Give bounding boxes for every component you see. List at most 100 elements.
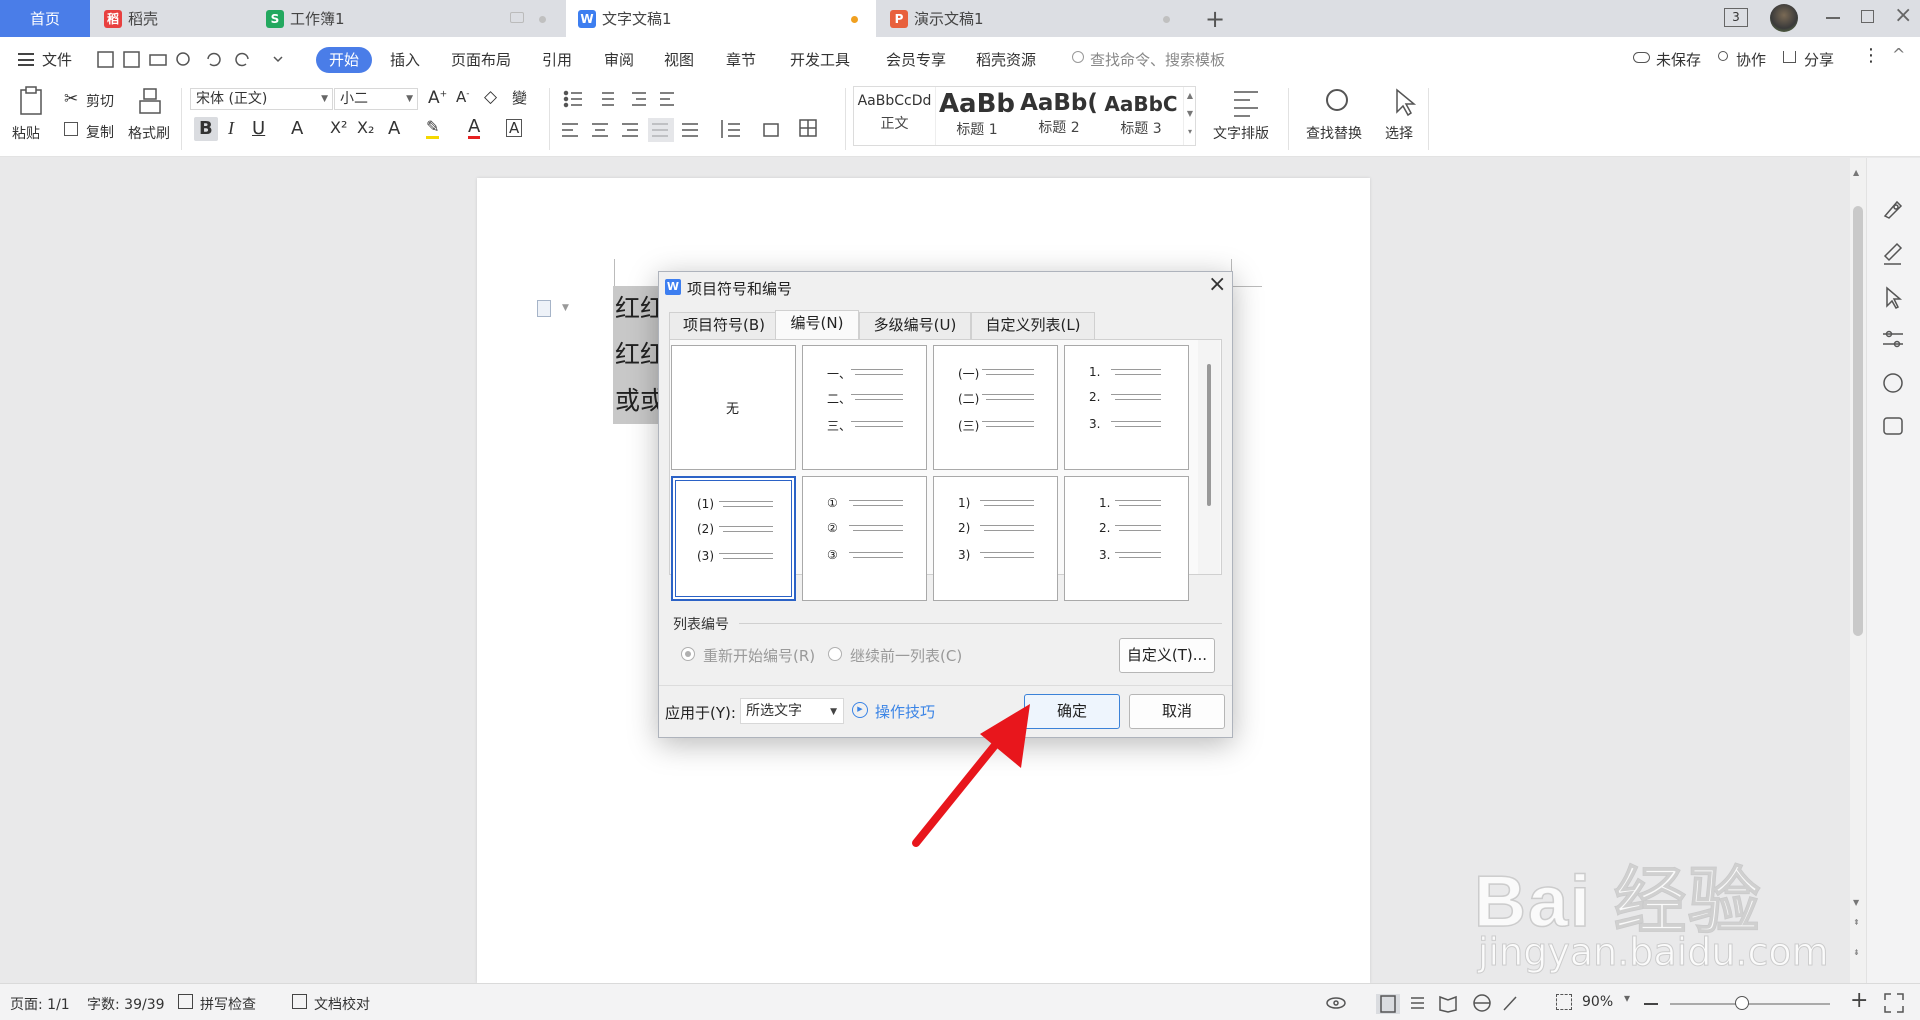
tab-section[interactable]: 章节	[726, 49, 756, 70]
close-window-icon[interactable]: ×	[1894, 3, 1912, 28]
shrink-font-icon[interactable]: A-	[456, 88, 470, 106]
zoom-slider[interactable]	[1670, 1003, 1830, 1005]
customize-button[interactable]: 自定义(T)...	[1119, 638, 1215, 673]
style-heading-1[interactable]: AaBb 标题 1	[936, 87, 1018, 145]
select-cursor-icon[interactable]	[1393, 88, 1417, 118]
word-count[interactable]: 字数: 39/39	[87, 994, 165, 1014]
view-mode-icons[interactable]	[1324, 992, 1524, 1014]
collab-button[interactable]: 协作	[1736, 49, 1766, 70]
text-layout-button[interactable]: 文字排版	[1213, 123, 1269, 143]
tab-multilevel[interactable]: 多级编号(U)	[859, 312, 971, 339]
clear-format-icon[interactable]: ◇	[484, 87, 497, 107]
doc-line[interactable]: 红红	[613, 332, 661, 378]
apply-to-select[interactable]: 所选文字 ▼	[740, 698, 844, 724]
menu-file[interactable]: 文件	[42, 49, 72, 70]
italic-icon[interactable]: I	[228, 118, 234, 139]
style-heading-3[interactable]: AaBbC 标题 3	[1100, 87, 1182, 145]
find-replace-button[interactable]: 查找替换	[1306, 123, 1362, 143]
avatar[interactable]	[1770, 4, 1798, 32]
font-family-select[interactable]: 宋体 (正文) ▼	[190, 88, 333, 110]
style-heading-2[interactable]: AaBb(标题 2	[1018, 87, 1100, 145]
tab-close-dot[interactable]	[539, 16, 546, 23]
tab-bullets[interactable]: 项目符号(B)	[669, 312, 779, 339]
paragraph-handle-icon[interactable]	[537, 300, 551, 317]
unsaved-status[interactable]: 未保存	[1656, 49, 1701, 70]
dialog-close-icon[interactable]: ×	[1208, 272, 1226, 297]
vertical-scrollbar[interactable]: ▲ ▼ ⇞ ⇟	[1850, 158, 1866, 983]
numbering-option[interactable]: 1. 2. 3.	[1064, 476, 1189, 601]
tab-page-layout[interactable]: 页面布局	[451, 49, 511, 70]
zoom-slider-handle[interactable]	[1735, 996, 1749, 1010]
tab-insert[interactable]: 插入	[390, 49, 420, 70]
quick-access-icons[interactable]	[96, 49, 286, 71]
scroll-thumb[interactable]	[1853, 206, 1863, 636]
hamburger-icon[interactable]	[18, 53, 34, 66]
gallery-scroll-thumb[interactable]	[1207, 364, 1211, 506]
numbering-option[interactable]: ① ② ③	[802, 476, 927, 601]
share-button[interactable]: 分享	[1804, 49, 1834, 70]
paste-icon[interactable]	[18, 85, 46, 117]
new-tab-plus-icon[interactable]: +	[1205, 5, 1225, 33]
tab-view[interactable]: 视图	[664, 49, 694, 70]
paragraph-tools[interactable]	[562, 88, 822, 148]
paragraph-handle-arrow[interactable]: ▼	[562, 303, 569, 313]
tab-home[interactable]: 首页	[0, 0, 90, 37]
style-normal[interactable]: AaBbCcDd 正文	[854, 87, 936, 145]
tab-daoke-resources[interactable]: 稻壳资源	[976, 49, 1036, 70]
collapse-ribbon-icon[interactable]: ^	[1892, 45, 1905, 64]
more-icon[interactable]: ⋮	[1862, 45, 1880, 66]
tab-references[interactable]: 引用	[542, 49, 572, 70]
font-size-select[interactable]: 小二 ▼	[334, 88, 418, 110]
tab-workbook[interactable]: S 工作簿1	[254, 0, 564, 37]
tab-member[interactable]: 会员专享	[886, 49, 946, 70]
zoom-out-icon[interactable]	[1644, 1003, 1658, 1005]
sidebar-icons[interactable]	[1881, 198, 1905, 458]
select-button[interactable]: 选择	[1385, 123, 1413, 143]
tab-daoke[interactable]: 稻 稻壳	[92, 0, 252, 37]
superscript-icon[interactable]: X²	[330, 118, 347, 137]
command-search[interactable]: 查找命令、搜索模板	[1090, 49, 1225, 70]
numbering-option[interactable]: (1) (2) (3)	[671, 476, 796, 601]
numbering-option[interactable]: 无	[671, 345, 796, 470]
phonetic-icon[interactable]: 變	[512, 87, 527, 108]
tab-presentation[interactable]: P 演示文稿1	[878, 0, 1188, 37]
bold-icon[interactable]: B	[199, 118, 213, 139]
grow-font-icon[interactable]: A+	[428, 88, 447, 108]
numbering-option[interactable]: 1) 2) 3)	[933, 476, 1058, 601]
numbering-option[interactable]: (一) (二) (三)	[933, 345, 1058, 470]
proofread-button[interactable]: 文档校对	[314, 994, 370, 1014]
continue-radio[interactable]	[828, 647, 842, 661]
tab-document[interactable]: W 文字文稿1	[566, 0, 876, 37]
tab-review[interactable]: 审阅	[604, 49, 634, 70]
gallery-scrollbar[interactable]	[1198, 340, 1220, 574]
highlight-icon[interactable]: ✎	[426, 118, 440, 139]
font-color-icon[interactable]: A	[468, 118, 481, 139]
spellcheck-button[interactable]: 拼写检查	[200, 994, 256, 1014]
numbering-option[interactable]: 一、 二、 三、	[802, 345, 927, 470]
minimize-icon[interactable]	[1826, 17, 1840, 19]
paste-label[interactable]: 粘贴	[12, 123, 40, 143]
tab-custom-list[interactable]: 自定义列表(L)	[971, 312, 1095, 339]
format-painter-icon[interactable]	[138, 87, 162, 117]
fit-page-icon[interactable]	[1556, 994, 1572, 1010]
text-effect-icon[interactable]: A	[388, 118, 400, 139]
tab-developer[interactable]: 开发工具	[790, 49, 850, 70]
underline-icon[interactable]: U	[252, 118, 265, 139]
tab-start[interactable]: 开始	[316, 47, 372, 73]
numbering-option[interactable]: 1. 2. 3.	[1064, 345, 1189, 470]
zoom-level[interactable]: 90%	[1582, 994, 1613, 1010]
strikethrough-icon[interactable]: A	[291, 118, 303, 139]
style-scroll[interactable]: ▲ ▼ ▾	[1183, 87, 1196, 145]
restore-icon[interactable]	[1861, 10, 1874, 23]
restart-radio[interactable]	[681, 647, 695, 661]
doc-line[interactable]: 红红	[613, 286, 661, 332]
char-border-icon[interactable]: A	[506, 119, 523, 137]
subscript-icon[interactable]: X₂	[357, 118, 374, 137]
tab-numbering[interactable]: 编号(N)	[775, 310, 859, 339]
doc-line[interactable]: 或或	[613, 378, 661, 424]
cut-button[interactable]: 剪切	[86, 91, 114, 111]
format-painter-label[interactable]: 格式刷	[128, 123, 170, 143]
cancel-button[interactable]: 取消	[1129, 694, 1225, 729]
text-layout-icon[interactable]	[1232, 88, 1266, 118]
window-count-icon[interactable]: 3	[1724, 8, 1748, 27]
